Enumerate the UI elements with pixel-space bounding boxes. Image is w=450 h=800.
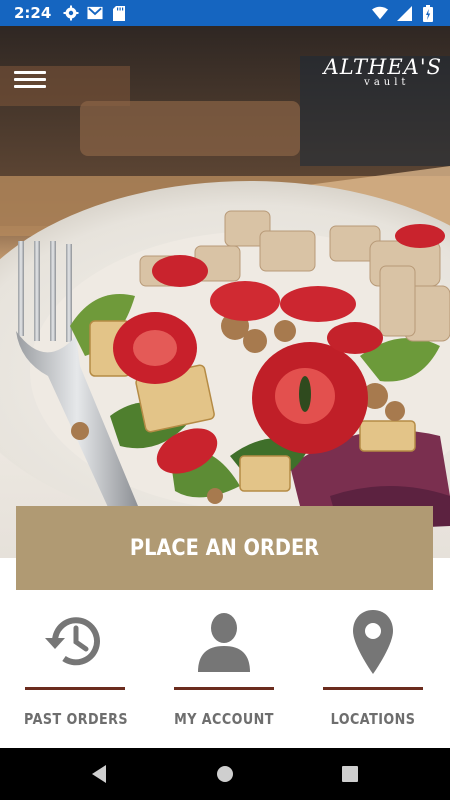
system-navigation-bar xyxy=(0,748,450,800)
salad-illustration xyxy=(0,26,450,531)
battery-icon xyxy=(420,4,436,22)
nav-divider xyxy=(323,687,423,690)
brand-logo: ALTHEA'S vault xyxy=(324,56,442,88)
hamburger-menu-button[interactable] xyxy=(14,68,46,92)
nav-divider xyxy=(25,687,125,690)
nav-label: MY ACCOUNT xyxy=(174,710,274,728)
home-icon[interactable] xyxy=(216,764,234,789)
mail-icon xyxy=(87,5,103,21)
gear-icon xyxy=(63,5,79,21)
menu-line xyxy=(14,78,46,81)
history-icon xyxy=(15,608,135,674)
nav-past-orders[interactable]: PAST ORDERS xyxy=(15,600,135,740)
menu-line xyxy=(14,71,46,74)
nav-label: LOCATIONS xyxy=(330,710,416,728)
place-order-button[interactable]: PLACE AN ORDER xyxy=(16,506,433,590)
hero-image: ALTHEA'S vault xyxy=(0,26,450,558)
logo-title: ALTHEA'S xyxy=(323,55,442,79)
status-bar: 2:24 xyxy=(0,0,450,26)
logo-subtitle: vault xyxy=(364,77,410,88)
nav-divider xyxy=(174,687,274,690)
sd-card-icon xyxy=(111,5,127,21)
nav-my-account[interactable]: MY ACCOUNT xyxy=(164,600,284,740)
back-icon[interactable] xyxy=(90,764,108,789)
wifi-icon xyxy=(372,5,388,21)
nav-locations[interactable]: LOCATIONS xyxy=(313,600,433,740)
place-order-label: PLACE AN ORDER xyxy=(129,535,320,561)
user-icon xyxy=(164,608,284,674)
recents-icon[interactable] xyxy=(341,764,359,789)
menu-line xyxy=(14,85,46,88)
status-time: 2:24 xyxy=(14,4,52,22)
nav-label: PAST ORDERS xyxy=(24,710,128,728)
map-pin-icon xyxy=(313,608,433,674)
signal-icon xyxy=(396,5,412,21)
